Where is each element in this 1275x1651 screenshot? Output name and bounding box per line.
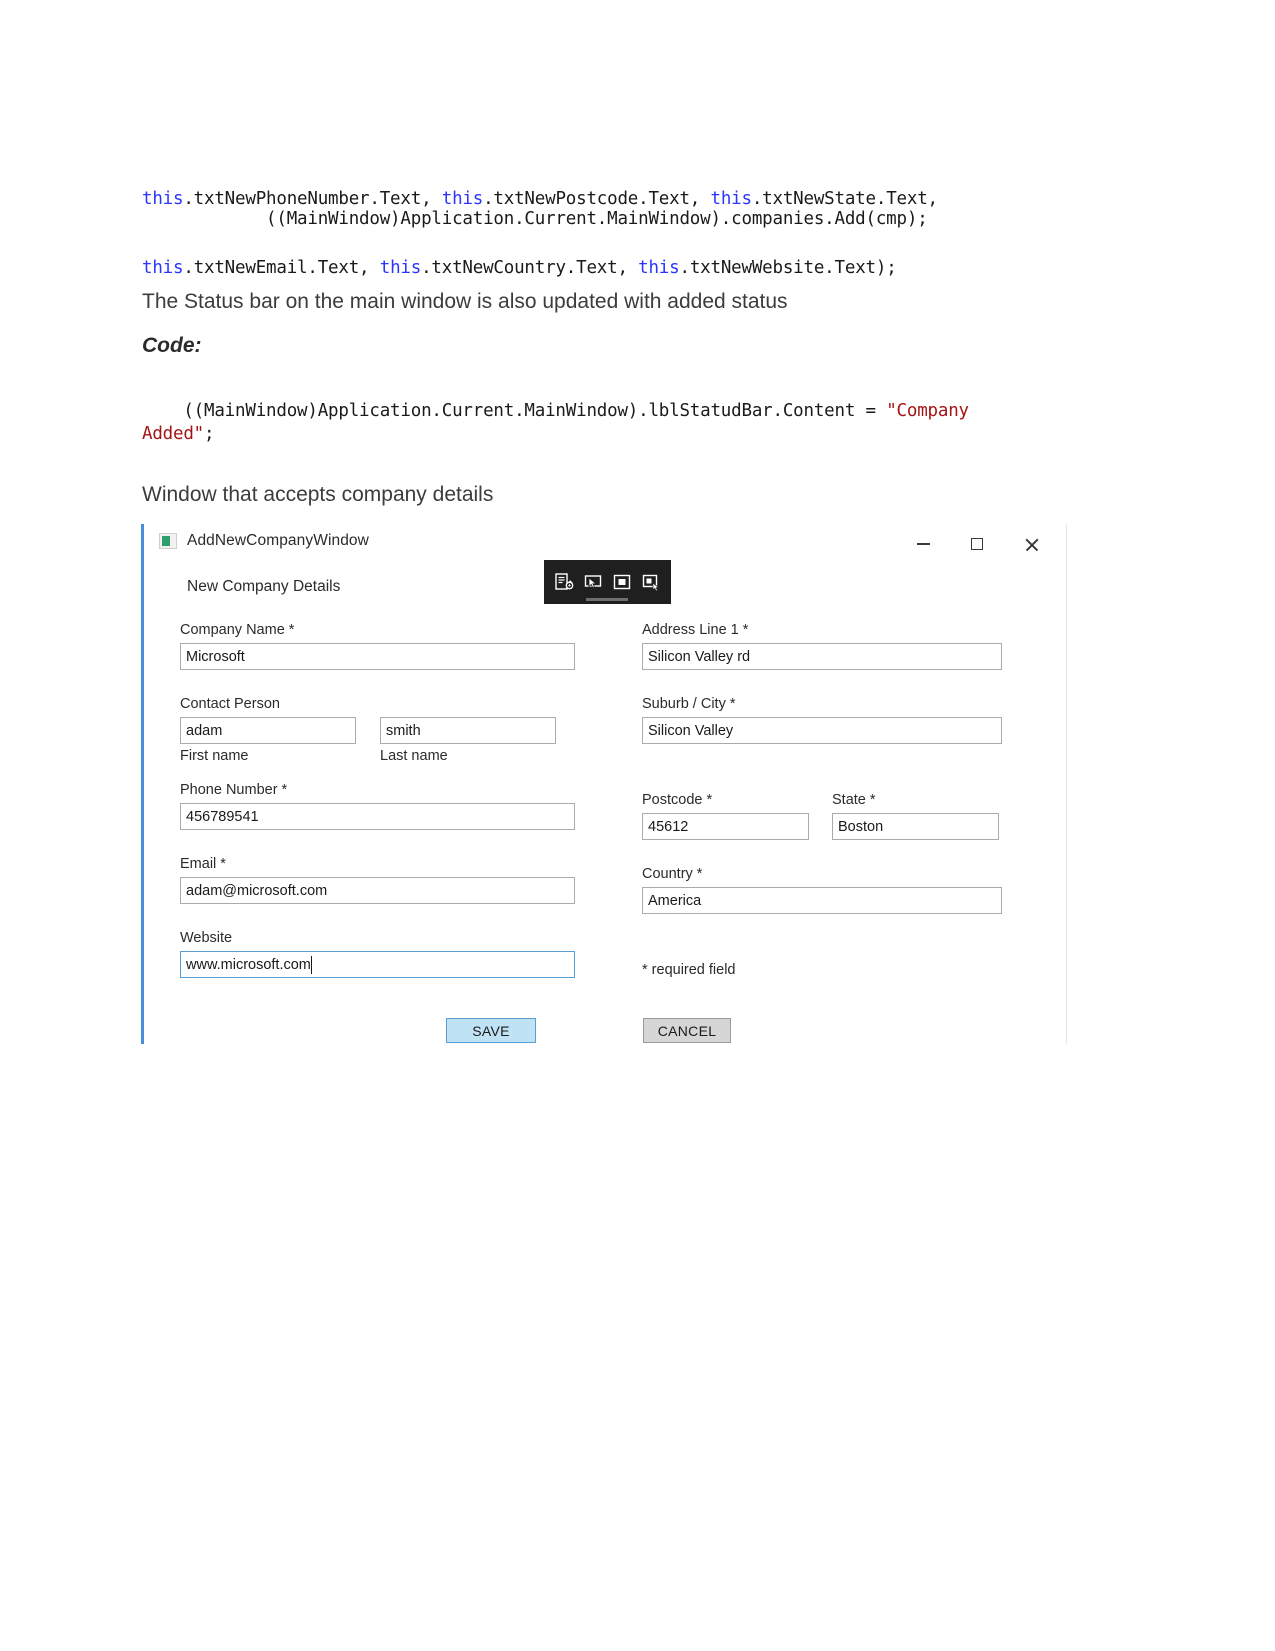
minimize-icon: [916, 543, 930, 545]
window-title: AddNewCompanyWindow: [187, 532, 369, 549]
field-address-line-1: Address Line 1 *: [642, 622, 1002, 670]
label-email: Email *: [180, 856, 226, 872]
code-snippet-companies-add: ((MainWindow)Application.Current.MainWin…: [142, 209, 928, 229]
required-field-note: * required field: [642, 962, 736, 978]
sublabel-first-name: First name: [180, 748, 249, 764]
address-line-1-input[interactable]: [642, 643, 1002, 670]
field-country: Country *: [642, 866, 1002, 914]
field-contact-person: Contact Person First name Last name: [180, 696, 575, 764]
sublabel-last-name: Last name: [380, 748, 448, 764]
field-suburb-city: Suburb / City *: [642, 696, 1002, 744]
form-column-left: Company Name * Contact Person First name…: [180, 622, 575, 978]
display-layout-adorners-icon[interactable]: [611, 571, 633, 593]
postcode-input[interactable]: [642, 813, 809, 840]
email-input[interactable]: [180, 877, 575, 904]
label-country: Country *: [642, 866, 703, 882]
field-company-name: Company Name *: [180, 622, 575, 670]
contact-person-row: First name Last name: [180, 717, 575, 764]
maximize-button[interactable]: [954, 524, 1000, 564]
field-postcode-state: Postcode * State *: [642, 792, 1002, 840]
select-element-icon[interactable]: [582, 571, 604, 593]
postcode-state-input-row: [642, 813, 1002, 840]
track-focused-element-icon[interactable]: [640, 571, 662, 593]
state-input[interactable]: [832, 813, 999, 840]
toolbar-drag-handle[interactable]: [586, 598, 628, 601]
document-page: this.txtNewPhoneNumber.Text, this.txtNew…: [0, 0, 1275, 1651]
website-input[interactable]: [180, 951, 575, 978]
close-button[interactable]: [1008, 524, 1054, 564]
page-title: Window that accepts company details: [142, 483, 494, 506]
label-website: Website: [180, 930, 233, 946]
window-titlebar: AddNewCompanyWindow: [144, 524, 1066, 564]
go-to-live-visual-tree-icon[interactable]: [553, 571, 575, 593]
text-cursor: [310, 956, 313, 974]
label-contact-person: Contact Person: [180, 696, 280, 712]
company-name-input[interactable]: [180, 643, 575, 670]
suburb-city-input[interactable]: [642, 717, 1002, 744]
label-code-heading: Code:: [142, 334, 202, 357]
label-phone-number: Phone Number *: [180, 782, 288, 798]
field-email: Email *: [180, 856, 575, 904]
add-new-company-window: AddNewCompanyWindow New Company Details …: [141, 524, 1067, 1044]
form-title: New Company Details: [187, 578, 341, 595]
code-snippet-status-bar: ((MainWindow)Application.Current.MainWin…: [142, 401, 980, 444]
maximize-icon: [971, 538, 983, 550]
form-column-right: Address Line 1 * Suburb / City * Postcod…: [642, 622, 1002, 978]
label-suburb-city: Suburb / City *: [642, 696, 736, 712]
last-name-input[interactable]: [380, 717, 556, 744]
close-icon: [1024, 537, 1039, 552]
postcode-state-label-row: Postcode * State *: [642, 792, 1002, 813]
field-website: Website: [180, 930, 575, 978]
first-name-input[interactable]: [180, 717, 356, 744]
phone-number-input[interactable]: [180, 803, 575, 830]
cancel-button[interactable]: CANCEL: [643, 1018, 731, 1043]
label-address-line-1: Address Line 1 *: [642, 622, 749, 638]
label-company-name: Company Name *: [180, 622, 295, 638]
field-phone-number: Phone Number *: [180, 782, 575, 830]
minimize-button[interactable]: [900, 524, 946, 564]
save-button[interactable]: SAVE: [446, 1018, 536, 1043]
paragraph-status-bar: The Status bar on the main window is als…: [142, 290, 788, 313]
code-line: this.txtNewEmail.Text, this.txtNewCountr…: [142, 258, 897, 278]
app-icon: [159, 533, 177, 549]
country-input[interactable]: [642, 887, 1002, 914]
label-postcode: Postcode *: [642, 792, 713, 808]
label-state: State *: [832, 792, 876, 808]
